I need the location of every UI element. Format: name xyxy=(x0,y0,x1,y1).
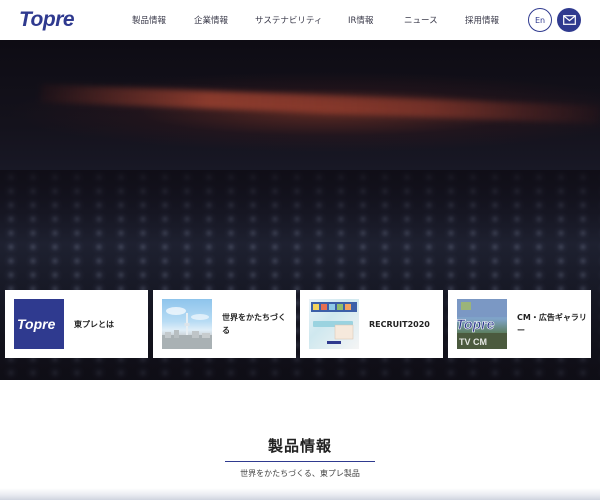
cm-gallery-image: Topre TV CM xyxy=(457,299,507,349)
feature-cards: Topre 東プレとは 世界をかたちづくる RECRUIT2020 Topre … xyxy=(5,290,595,358)
card-recruit[interactable]: RECRUIT2020 xyxy=(300,290,443,358)
topre-logo-image: Topre xyxy=(14,299,64,349)
svg-text:Topre: Topre xyxy=(19,8,75,31)
recruit-brochure-image xyxy=(309,299,359,349)
language-toggle-button[interactable]: En xyxy=(528,8,552,32)
card-label: 東プレとは xyxy=(74,319,114,329)
card-label: 世界をかたちづくる xyxy=(222,313,286,335)
section-subtitle: 世界をかたちづくる、東プレ製品 xyxy=(240,469,360,478)
card-label: RECRUIT2020 xyxy=(369,319,430,329)
card-cm-gallery[interactable]: Topre TV CM CM・広告ギャラリー xyxy=(448,290,591,358)
nav-item-news[interactable]: ニュース xyxy=(404,14,438,26)
section-divider xyxy=(225,461,375,462)
card-about-topre[interactable]: Topre 東プレとは xyxy=(5,290,148,358)
nav-item-sustainability[interactable]: サステナビリティ xyxy=(255,14,322,26)
city-skyline-image xyxy=(162,299,212,349)
card-label: CM・広告ギャラリー xyxy=(517,313,587,335)
hero-glow-band xyxy=(39,84,600,124)
site-header: Topre 製品情報 企業情報 サステナビリティ IR情報 ニュース 採用情報 … xyxy=(0,0,600,40)
card-shaping-world[interactable]: 世界をかたちづくる xyxy=(153,290,296,358)
nav-item-products[interactable]: 製品情報 xyxy=(132,14,166,26)
topre-logo[interactable]: Topre xyxy=(18,7,90,31)
nav-item-ir[interactable]: IR情報 xyxy=(348,14,373,26)
mail-icon xyxy=(562,15,576,25)
nav-item-recruit[interactable]: 採用情報 xyxy=(465,14,499,26)
nav-item-company[interactable]: 企業情報 xyxy=(194,14,228,26)
next-section-preview xyxy=(0,488,600,500)
svg-text:Topre: Topre xyxy=(17,316,56,332)
svg-text:Topre: Topre xyxy=(457,316,495,332)
section-title: 製品情報 xyxy=(267,437,332,455)
svg-text:TV CM: TV CM xyxy=(459,337,487,347)
contact-mail-button[interactable] xyxy=(557,8,581,32)
